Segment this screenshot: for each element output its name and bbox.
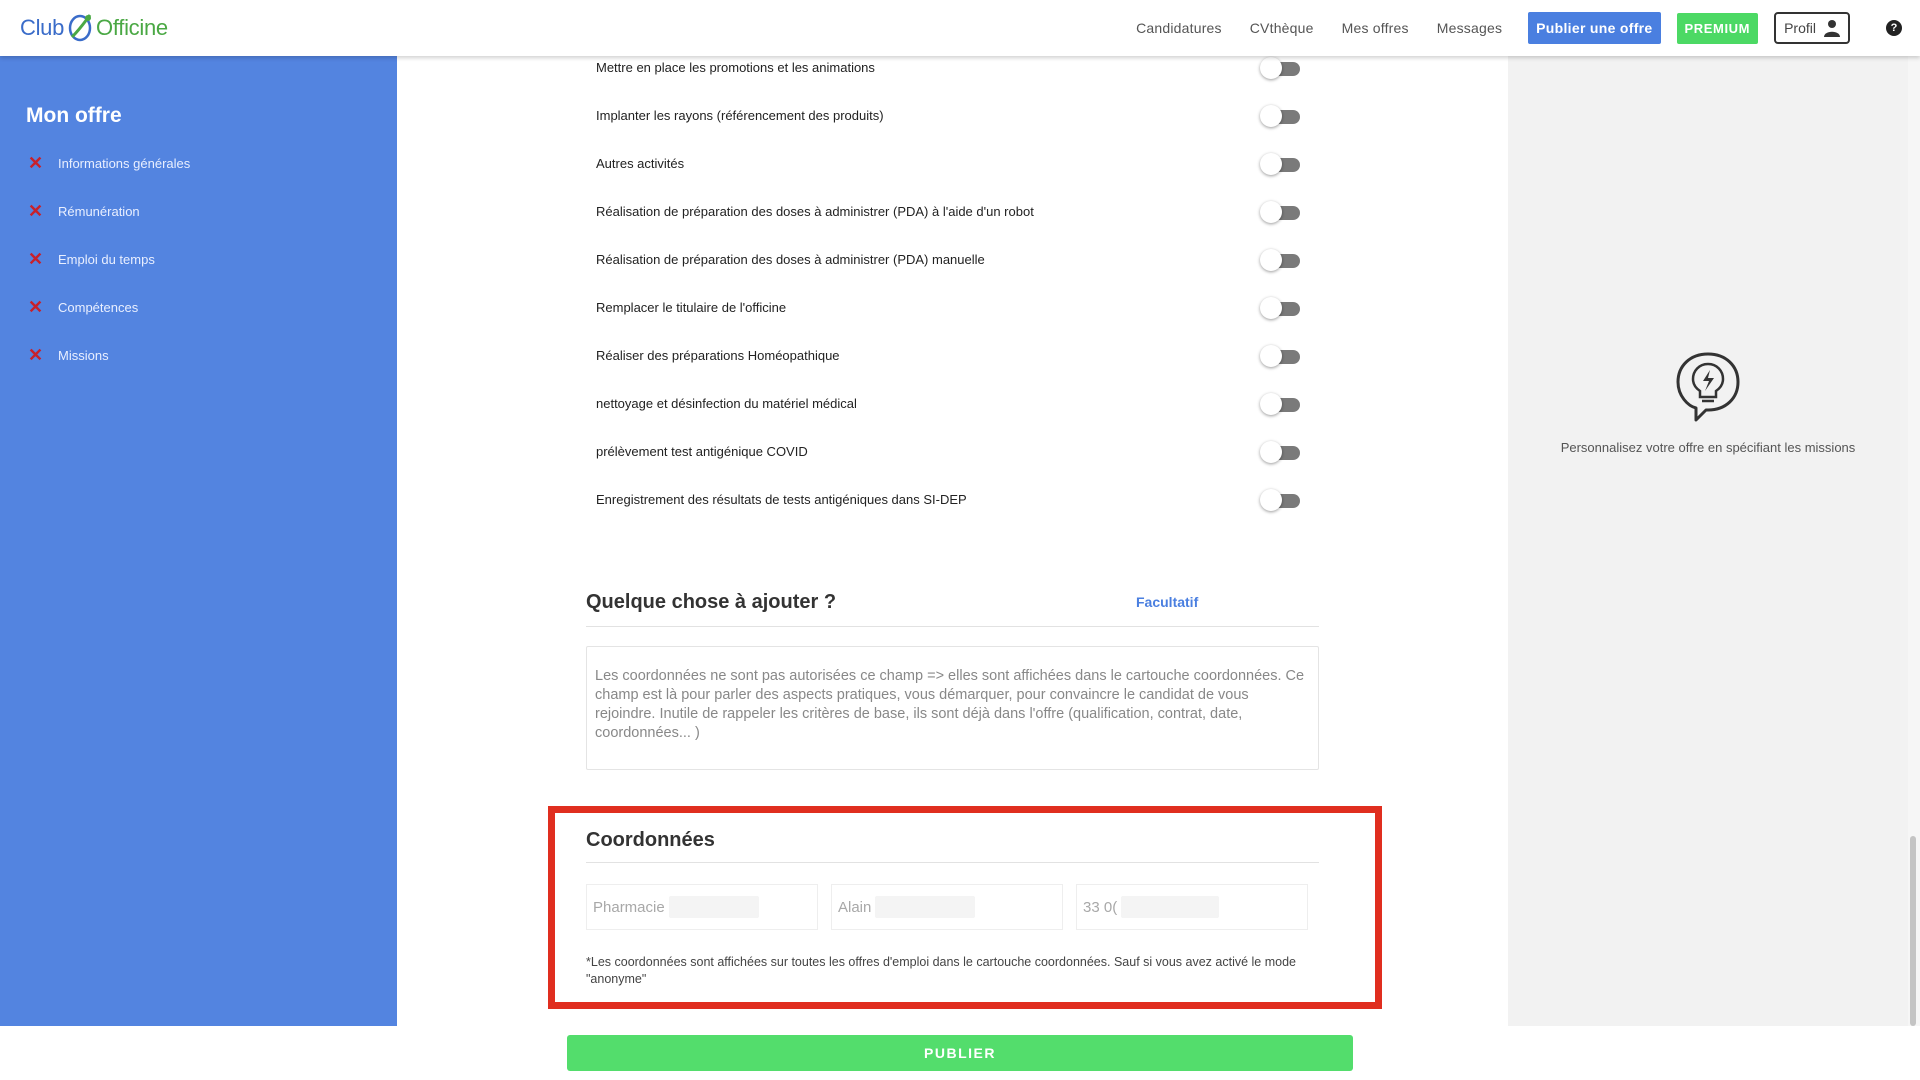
mission-label: Réalisation de préparation des doses à a… xyxy=(596,252,985,267)
help-icon[interactable]: ? xyxy=(1886,20,1902,36)
nav-link-mes-offres[interactable]: Mes offres xyxy=(1342,20,1409,36)
mission-label: Implanter les rayons (référencement des … xyxy=(596,108,884,123)
mission-row: Enregistrement des résultats de tests an… xyxy=(596,486,1306,514)
scrollbar-thumb[interactable] xyxy=(1910,836,1916,1026)
premium-button[interactable]: PREMIUM xyxy=(1676,12,1759,44)
pharmacy-name-field[interactable]: Pharmacie xyxy=(586,884,818,930)
mission-row: Remplacer le titulaire de l'officine xyxy=(596,294,1306,322)
redacted-text xyxy=(1121,896,1220,918)
mission-row: prélèvement test antigénique COVID xyxy=(596,438,1306,466)
mission-toggle[interactable] xyxy=(1260,441,1300,463)
pharmacy-name-value: Pharmacie xyxy=(593,898,665,916)
mission-toggle[interactable] xyxy=(1260,153,1300,175)
incomplete-x-icon: ✕ xyxy=(28,249,44,269)
sidebar-title: Mon offre xyxy=(26,104,122,127)
extra-section-title: Quelque chose à ajouter ? xyxy=(586,591,837,613)
mission-row: Implanter les rayons (référencement des … xyxy=(596,102,1306,130)
logo-mark-icon xyxy=(68,14,92,42)
mission-label: prélèvement test antigénique COVID xyxy=(596,444,808,459)
sidebar-item-label: Informations générales xyxy=(58,155,191,171)
mission-label: Réaliser des préparations Homéopathique xyxy=(596,348,840,363)
mission-toggle[interactable] xyxy=(1260,249,1300,271)
incomplete-x-icon: ✕ xyxy=(28,153,44,173)
publish-button[interactable]: PUBLIER xyxy=(567,1035,1353,1071)
mission-label: Autres activités xyxy=(596,156,685,171)
mission-label: Enregistrement des résultats de tests an… xyxy=(596,492,967,507)
section-divider xyxy=(586,862,1319,863)
mission-row: Mettre en place les promotions et les an… xyxy=(596,54,1306,82)
sidebar-item-label: Compétences xyxy=(58,299,139,315)
sidebar-item-remuneration[interactable]: ✕ Rémunération xyxy=(28,201,140,221)
mission-label: Mettre en place les promotions et les an… xyxy=(596,60,875,75)
top-navigation-bar: Club Officine Candidatures CVthèque Mes … xyxy=(0,0,1920,56)
extra-info-textarea[interactable]: Les coordonnées ne sont pas autorisées c… xyxy=(586,646,1319,770)
incomplete-x-icon: ✕ xyxy=(28,297,44,317)
coordinates-section-title: Coordonnées xyxy=(586,829,715,851)
incomplete-x-icon: ✕ xyxy=(28,201,44,221)
incomplete-x-icon: ✕ xyxy=(28,345,44,365)
profile-button[interactable]: Profil xyxy=(1774,12,1850,44)
sidebar-item-missions[interactable]: ✕ Missions xyxy=(28,345,109,365)
main-nav: Candidatures CVthèque Mes offres Message… xyxy=(1108,0,1920,56)
mission-label: Remplacer le titulaire de l'officine xyxy=(596,300,787,315)
mission-row: Réaliser des préparations Homéopathique xyxy=(596,342,1306,370)
sidebar-item-label: Rémunération xyxy=(58,203,140,219)
mission-row: Autres activités xyxy=(596,150,1306,178)
nav-link-messages[interactable]: Messages xyxy=(1437,20,1502,36)
coordinates-note: *Les coordonnées sont affichées sur tout… xyxy=(586,955,1296,986)
optional-label: Facultatif xyxy=(1136,594,1199,610)
mission-toggle[interactable] xyxy=(1260,345,1300,367)
sidebar-item-competences[interactable]: ✕ Compétences xyxy=(28,297,138,317)
tips-panel: Personnalisez votre offre en spécifiant … xyxy=(1508,56,1908,1026)
nav-link-candidatures[interactable]: Candidatures xyxy=(1136,20,1222,36)
redacted-text xyxy=(875,896,976,918)
sidebar-item-label: Emploi du temps xyxy=(58,251,155,267)
mission-toggle[interactable] xyxy=(1260,393,1300,415)
nav-link-cvtheque[interactable]: CVthèque xyxy=(1250,20,1314,36)
phone-field[interactable]: 33 0( xyxy=(1076,884,1308,930)
contact-name-value: Alain xyxy=(838,898,872,916)
user-icon xyxy=(1824,20,1840,37)
redacted-text xyxy=(668,896,759,918)
mission-toggle[interactable] xyxy=(1260,201,1300,223)
mission-row: nettoyage et désinfection du matériel mé… xyxy=(596,390,1306,418)
logo-text-officine: Officine xyxy=(96,15,168,40)
sidebar-item-informations-generales[interactable]: ✕ Informations générales xyxy=(28,153,190,173)
page-scrollbar[interactable] xyxy=(1908,56,1920,1026)
offer-sidebar: Mon offre ✕ Informations générales ✕ Rém… xyxy=(0,56,397,1026)
sidebar-item-emploi-du-temps[interactable]: ✕ Emploi du temps xyxy=(28,249,155,269)
mission-row: Réalisation de préparation des doses à a… xyxy=(596,198,1306,226)
logo-text-club: Club xyxy=(20,15,65,40)
club-officine-logo[interactable]: Club Officine xyxy=(20,10,168,46)
mission-toggle[interactable] xyxy=(1260,105,1300,127)
section-divider xyxy=(586,626,1319,627)
mission-row: Réalisation de préparation des doses à a… xyxy=(596,246,1306,274)
mission-label: nettoyage et désinfection du matériel mé… xyxy=(596,396,857,411)
profile-label: Profil xyxy=(1784,20,1816,36)
mission-toggle[interactable] xyxy=(1260,489,1300,511)
missions-tip-text: Personnalisez votre offre en spécifiant … xyxy=(1560,440,1856,455)
publish-offer-button[interactable]: Publier une offre xyxy=(1528,12,1661,44)
mission-label: Réalisation de préparation des doses à a… xyxy=(596,204,1034,219)
lightbulb-speech-icon xyxy=(1676,352,1740,422)
sidebar-item-label: Missions xyxy=(58,347,109,363)
contact-name-field[interactable]: Alain xyxy=(831,884,1063,930)
mission-toggle[interactable] xyxy=(1260,57,1300,79)
mission-toggle[interactable] xyxy=(1260,297,1300,319)
phone-value: 33 0( xyxy=(1083,898,1118,916)
